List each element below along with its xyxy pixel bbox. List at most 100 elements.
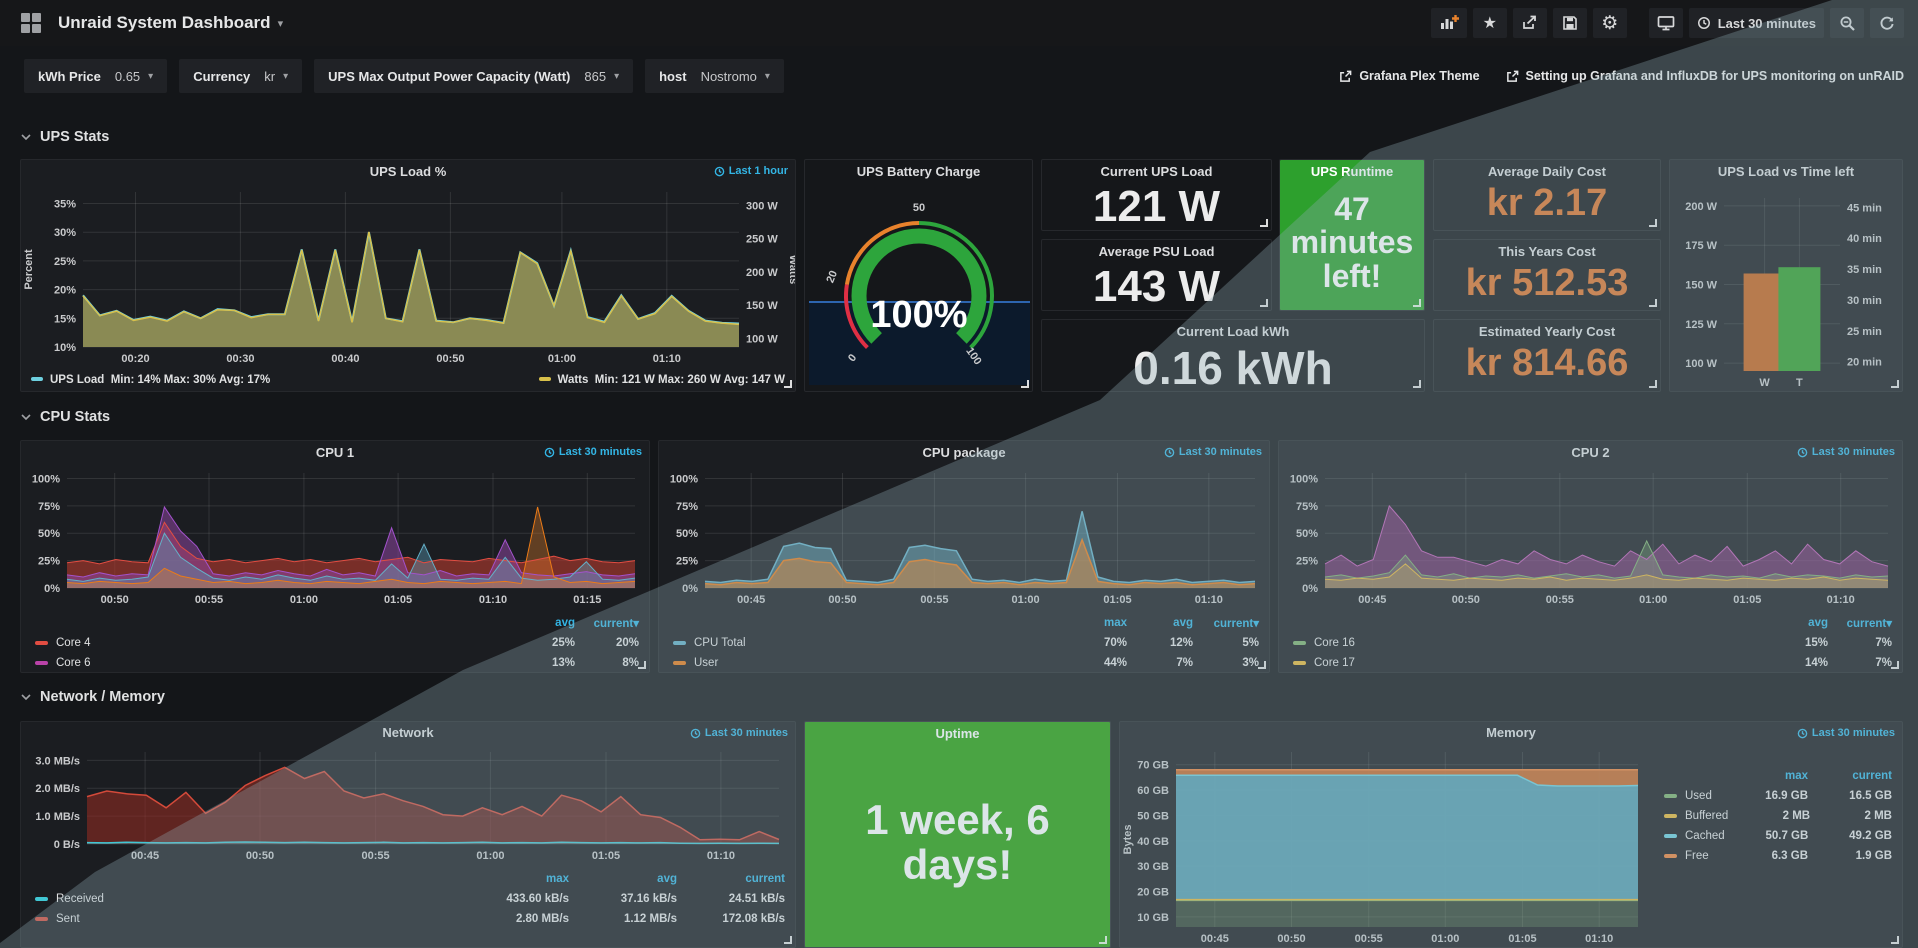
star-button[interactable]: ★ — [1473, 8, 1507, 38]
legend-column-header[interactable]: max — [461, 873, 569, 885]
save-button[interactable] — [1553, 8, 1587, 38]
variable-value[interactable]: 865 — [584, 69, 606, 84]
legend-value: 172.08 kB/s — [677, 913, 785, 925]
time-range-button[interactable]: Last 30 minutes — [1689, 8, 1824, 38]
legend-column-header[interactable]: avg — [1764, 617, 1828, 629]
legend-column-header[interactable]: avg — [511, 617, 575, 629]
network-chart[interactable]: 3.0 MB/s2.0 MB/s1.0 MB/s0 B/s00:4500:500… — [21, 744, 795, 869]
panel-title[interactable]: UPS Load vs Time left — [1670, 160, 1902, 184]
variable-kwh-price[interactable]: kWh Price 0.65 ▾ — [24, 59, 167, 93]
link-label: Setting up Grafana and InfluxDB for UPS … — [1526, 69, 1904, 83]
legend-column-header[interactable]: current — [677, 873, 785, 885]
legend-item[interactable]: Watts Min: 121 W Max: 260 W Avg: 147 W — [539, 374, 785, 386]
panel-title[interactable]: Memory — [1120, 722, 1902, 744]
variable-currency[interactable]: Currency kr ▾ — [179, 59, 302, 93]
svg-text:00:55: 00:55 — [1546, 594, 1574, 606]
legend-column-header[interactable]: current▾ — [1193, 616, 1259, 630]
cpu-package-chart[interactable]: 100%75%50%25%0%00:4500:5000:5501:0001:05… — [659, 465, 1269, 613]
save-icon — [1562, 15, 1578, 31]
dashboard-title[interactable]: Unraid System Dashboard — [58, 13, 271, 33]
row-header-ups-stats[interactable]: UPS Stats — [20, 126, 109, 148]
variable-label: UPS Max Output Power Capacity (Watt) — [328, 69, 570, 84]
ups-load-chart[interactable]: 35%30%25%20%15%10%300 W250 W200 W150 W10… — [21, 184, 795, 372]
tv-mode-button[interactable] — [1649, 8, 1683, 38]
legend-item[interactable]: Core 6 — [35, 657, 511, 669]
panel-title[interactable]: UPS Battery Charge — [805, 160, 1032, 184]
legend-column-header[interactable]: avg — [1127, 617, 1193, 629]
legend-item[interactable]: Sent — [35, 913, 461, 925]
external-link-icon — [1506, 70, 1519, 83]
legend-item[interactable]: Received — [35, 893, 461, 905]
panel-cpu-package: CPU package Last 30 minutes 100%75%50%25… — [658, 440, 1270, 673]
battery-gauge[interactable]: 50 20 0 100 100% — [805, 184, 1033, 389]
chevron-down-icon[interactable]: ▾ — [278, 17, 284, 30]
cpu-package-legend: maxavgcurrent▾CPU Total70%12%5%User44%7%… — [659, 613, 1269, 673]
legend-item[interactable]: Core 4 — [35, 637, 511, 649]
legend-item[interactable]: CPU Total — [673, 637, 1061, 649]
memory-chart[interactable]: 70 GB60 GB50 GB40 GB30 GB20 GB10 GB00:45… — [1120, 744, 1650, 948]
variable-value[interactable]: Nostromo — [701, 69, 757, 84]
legend-item[interactable]: Used — [1664, 790, 1724, 802]
panel-title[interactable]: UPS Runtime — [1280, 160, 1424, 184]
navbar: Unraid System Dashboard ▾ ★ — [0, 0, 1918, 46]
svg-text:100%: 100% — [1290, 474, 1318, 486]
legend-column-header[interactable]: max — [1724, 770, 1808, 782]
legend-item[interactable]: User — [673, 657, 1061, 669]
legend-column-header[interactable]: current — [1808, 770, 1892, 782]
variable-label: Currency — [193, 69, 250, 84]
legend-value: 25% — [511, 637, 575, 649]
cpu2-chart[interactable]: 100%75%50%25%0%00:4500:5000:5501:0001:05… — [1279, 465, 1902, 613]
legend-column-header[interactable]: current▾ — [1828, 616, 1892, 630]
time-range-label: Last 30 minutes — [1812, 727, 1895, 739]
panel-title[interactable]: Current Load kWh — [1042, 320, 1424, 344]
panel-title[interactable]: UPS Load % — [21, 160, 795, 184]
variable-label: host — [659, 69, 686, 84]
legend-item[interactable]: Free — [1664, 850, 1724, 862]
zoom-out-button[interactable] — [1830, 8, 1864, 38]
legend-column-header[interactable]: max — [1061, 617, 1127, 629]
variable-value[interactable]: 0.65 — [115, 69, 140, 84]
legend-value: 13% — [511, 657, 575, 669]
row-header-network-memory[interactable]: Network / Memory — [20, 686, 165, 708]
stat-value: 121 W — [1093, 184, 1220, 231]
legend-column-header[interactable]: avg — [569, 873, 677, 885]
svg-text:50%: 50% — [38, 528, 60, 540]
link-grafana-plex-theme[interactable]: Grafana Plex Theme — [1339, 69, 1479, 83]
row-header-cpu-stats[interactable]: CPU Stats — [20, 406, 110, 428]
dashboard-grid-icon[interactable] — [14, 8, 48, 38]
cpu1-chart[interactable]: 100%75%50%25%0%00:5000:5501:0001:0501:10… — [21, 465, 649, 613]
legend-item[interactable]: Core 16 — [1293, 637, 1764, 649]
variable-host[interactable]: host Nostromo ▾ — [645, 59, 784, 93]
legend-column-header[interactable]: current▾ — [575, 616, 639, 630]
variable-value[interactable]: kr — [264, 69, 275, 84]
monitor-icon — [1657, 15, 1675, 31]
refresh-button[interactable] — [1870, 8, 1904, 38]
legend-item[interactable]: Buffered — [1664, 810, 1728, 822]
legend-item[interactable]: Cached — [1664, 830, 1725, 842]
panel-title[interactable]: Uptime — [805, 722, 1110, 746]
link-grafana-influxdb-guide[interactable]: Setting up Grafana and InfluxDB for UPS … — [1506, 69, 1904, 83]
settings-button[interactable]: ⚙ — [1593, 8, 1627, 38]
svg-text:2.0 MB/s: 2.0 MB/s — [35, 783, 80, 795]
svg-text:00:55: 00:55 — [920, 594, 948, 606]
svg-text:150 W: 150 W — [746, 300, 778, 312]
memory-legend: maxcurrentUsed16.9 GB16.5 GBBuffered2 MB… — [1650, 744, 1902, 948]
ups-load-vs-time-chart[interactable]: 200 W175 W150 W125 W100 W45 min40 min35 … — [1670, 184, 1902, 392]
variable-ups-max-output[interactable]: UPS Max Output Power Capacity (Watt) 865… — [314, 59, 633, 93]
panel-title[interactable]: This Years Cost — [1434, 240, 1660, 264]
share-button[interactable] — [1513, 8, 1547, 38]
time-range-label: Last 30 minutes — [705, 727, 788, 739]
chevron-down-icon — [20, 411, 32, 423]
panel-title[interactable]: Average Daily Cost — [1434, 160, 1660, 184]
panel-title[interactable]: Network — [21, 722, 795, 744]
add-panel-button[interactable] — [1431, 8, 1467, 38]
legend-item[interactable]: UPS Load Min: 14% Max: 30% Avg: 17% — [31, 374, 270, 386]
panel-title[interactable]: Average PSU Load — [1042, 240, 1271, 264]
legend-item[interactable]: Core 17 — [1293, 657, 1764, 669]
panel-title[interactable]: Current UPS Load — [1042, 160, 1271, 184]
panel-title[interactable]: Estimated Yearly Cost — [1434, 320, 1660, 344]
svg-text:75%: 75% — [676, 501, 698, 513]
legend-value: 6.3 GB — [1724, 850, 1808, 862]
svg-text:01:00: 01:00 — [1639, 594, 1667, 606]
stat-value: kr 512.53 — [1466, 264, 1629, 311]
